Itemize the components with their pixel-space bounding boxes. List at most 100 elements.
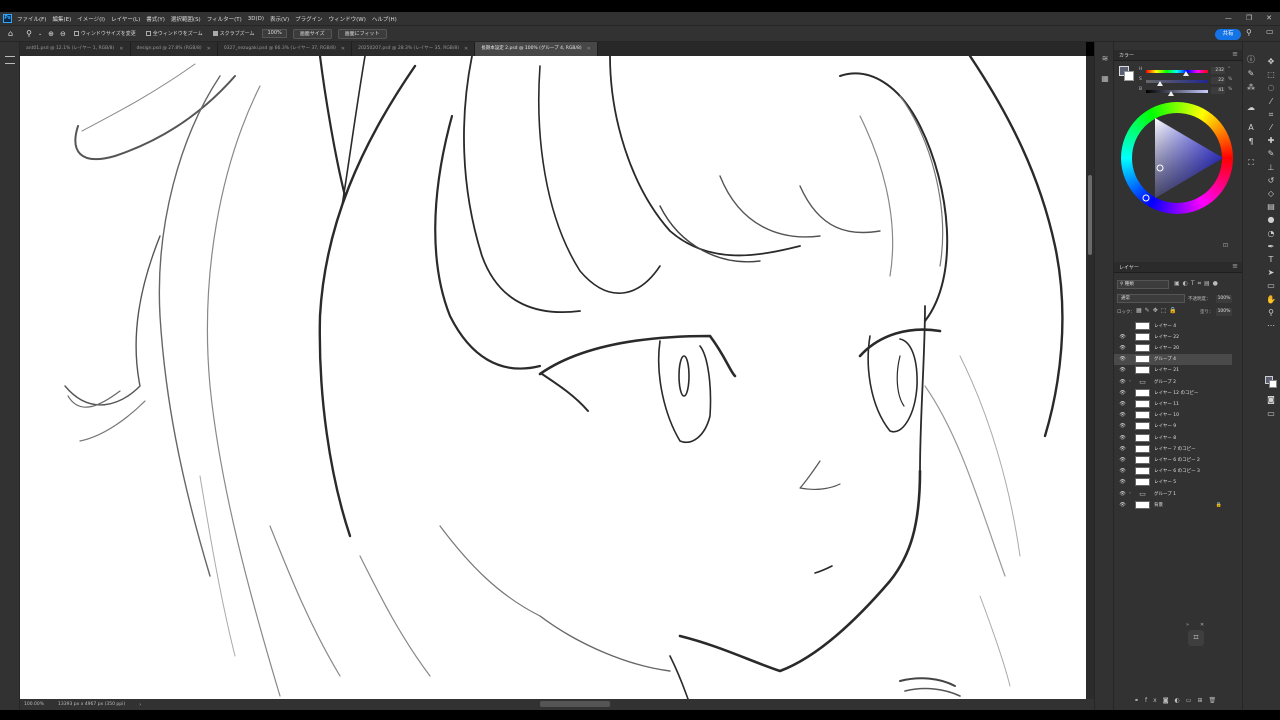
share-button[interactable]: 共有 xyxy=(1215,29,1241,40)
properties-icon[interactable]: ⌗ xyxy=(1188,630,1204,646)
zoom-value-field[interactable]: 100% xyxy=(262,29,287,38)
magic-wand-icon[interactable]: ⁄ xyxy=(1265,96,1277,108)
doc-tab[interactable]: ant01.psd @ 12.1% (レイヤー 1, RGB/8) ✕ xyxy=(20,42,131,56)
menu-type[interactable]: 書式(Y) xyxy=(146,15,165,23)
slider-track[interactable] xyxy=(1146,90,1208,93)
quick-mask-icon[interactable]: ◙ xyxy=(1265,394,1277,406)
slider-track[interactable] xyxy=(1146,70,1208,73)
mask-icon[interactable]: ◙ xyxy=(1163,697,1175,704)
menu-3d[interactable]: 3D(D) xyxy=(248,16,264,22)
close-icon[interactable]: ✕ xyxy=(464,42,468,56)
visibility-eye-icon[interactable]: 👁 xyxy=(1119,502,1126,508)
opacity-field[interactable]: 100% xyxy=(1216,295,1232,303)
status-zoom[interactable]: 100.00% xyxy=(24,702,44,707)
layer-row[interactable]: 👁 レイヤー 8 xyxy=(1114,432,1232,443)
menu-layer[interactable]: レイヤー(L) xyxy=(111,15,140,23)
lasso-icon[interactable]: ◌ xyxy=(1265,82,1277,94)
gradient-icon[interactable]: ▤ xyxy=(1265,201,1277,213)
background-color-swatch[interactable] xyxy=(1269,380,1277,388)
layer-row[interactable]: 👁 レイヤー 6 のコピー 2 xyxy=(1114,454,1232,465)
adjustment-icon[interactable]: ◐ xyxy=(1175,697,1186,704)
new-layer-icon[interactable]: ⊞ xyxy=(1197,697,1208,704)
swatches-icon[interactable]: ⁂ xyxy=(1245,82,1257,94)
menu-view[interactable]: 表示(V) xyxy=(270,15,289,23)
color-wheel[interactable] xyxy=(1121,102,1233,214)
layer-filter-icons[interactable]: ▣◐T⌗▤● xyxy=(1174,280,1221,288)
brush-settings-icon[interactable]: ✎ xyxy=(1245,68,1257,80)
marquee-icon[interactable]: ⬚ xyxy=(1265,69,1277,81)
layer-row[interactable]: 👁 レイヤー 10 xyxy=(1114,410,1232,421)
hue-marker[interactable] xyxy=(1142,194,1150,202)
visibility-eye-icon[interactable]: 👁 xyxy=(1119,401,1126,407)
dodge-icon[interactable]: ◔ xyxy=(1265,228,1277,240)
layer-row[interactable]: 👁 レイヤー 12 のコピー xyxy=(1114,387,1232,398)
minimize-icon[interactable]: — xyxy=(1225,14,1232,22)
visibility-eye-icon[interactable]: 👁 xyxy=(1119,468,1126,474)
layer-row[interactable]: 👁 › ▭ グループ 1 xyxy=(1114,488,1232,499)
scrollbar-thumb[interactable] xyxy=(1088,175,1092,255)
close-icon[interactable]: ✕ xyxy=(587,42,591,56)
close-icon[interactable]: ✕ xyxy=(207,42,211,56)
zoom-out-icon[interactable]: ⊖ xyxy=(60,30,66,38)
close-icon[interactable]: ✕ xyxy=(1266,14,1272,22)
background-color-swatch[interactable] xyxy=(1124,71,1134,81)
vertical-scrollbar[interactable] xyxy=(1086,56,1094,699)
chevron-right-icon[interactable]: › xyxy=(139,702,141,708)
zoom-tool-icon[interactable]: ⚲ xyxy=(1265,307,1277,319)
hand-icon[interactable]: ✋ xyxy=(1265,294,1277,306)
layer-row[interactable]: 👁 レイヤー 11 xyxy=(1114,398,1232,409)
blend-mode-select[interactable]: 通常 xyxy=(1117,294,1185,303)
zoom-all-checkbox[interactable]: 全ウィンドウをズーム xyxy=(145,30,203,37)
saturation-slider[interactable]: S 22 % xyxy=(1139,77,1234,86)
menu-select[interactable]: 選択範囲(S) xyxy=(171,15,201,23)
layer-row[interactable]: 👁 レイヤー 4 xyxy=(1114,320,1232,331)
brush-icon[interactable]: ✎ xyxy=(1265,148,1277,160)
brightness-slider[interactable]: B 41 % xyxy=(1139,87,1234,96)
slider-value[interactable]: 22 xyxy=(1211,77,1225,84)
horizontal-scrollbar-thumb[interactable] xyxy=(540,701,610,707)
visibility-eye-icon[interactable]: 👁 xyxy=(1119,379,1126,385)
visibility-eye-icon[interactable]: 👁 xyxy=(1119,423,1126,429)
fill-screen-button[interactable]: 画面にフィット xyxy=(337,28,387,39)
slider-knob[interactable] xyxy=(1182,71,1189,76)
visibility-eye-icon[interactable]: 👁 xyxy=(1119,412,1126,418)
visibility-eye-icon[interactable]: 👁 xyxy=(1119,446,1126,452)
canvas[interactable] xyxy=(20,56,1086,699)
zoom-in-icon[interactable]: ⊕ xyxy=(48,30,54,38)
layer-row[interactable]: 👁 レイヤー 5 xyxy=(1114,477,1232,488)
visibility-eye-icon[interactable]: 👁 xyxy=(1119,367,1126,373)
menu-filter[interactable]: フィルター(T) xyxy=(207,15,242,23)
menu-edit[interactable]: 編集(E) xyxy=(52,15,71,23)
history-brush-icon[interactable]: ↺ xyxy=(1265,175,1277,187)
trash-icon[interactable]: 🗑 xyxy=(1208,697,1222,704)
menu-file[interactable]: ファイル(F) xyxy=(17,15,46,23)
crop-icon[interactable]: ⌗ xyxy=(1265,109,1277,121)
chevron-down-icon[interactable]: ⌄ xyxy=(38,31,42,37)
layer-row[interactable]: 👁 グループ 4 xyxy=(1114,353,1232,365)
visibility-eye-icon[interactable]: 👁 xyxy=(1119,479,1126,485)
menu-image[interactable]: イメージ(I) xyxy=(77,15,105,23)
glyphs-icon[interactable]: ⛶ xyxy=(1245,157,1257,169)
home-icon[interactable]: ⌂ xyxy=(8,29,13,38)
layer-row[interactable]: 👁 背景 🔒 xyxy=(1114,499,1232,510)
link-icon[interactable]: ⚭ xyxy=(1134,697,1145,704)
layer-row[interactable]: 👁 レイヤー 20 xyxy=(1114,342,1232,353)
layer-row[interactable]: 👁 レイヤー 6 のコピー 3 xyxy=(1114,466,1232,477)
lock-options-icons[interactable]: ▦✎✥⬚🔒 xyxy=(1136,307,1180,314)
visibility-eye-icon[interactable]: 👁 xyxy=(1119,334,1126,340)
color-triangle[interactable] xyxy=(1121,102,1233,214)
fill-field[interactable]: 100% xyxy=(1216,308,1232,316)
pen-icon[interactable]: ✒ xyxy=(1265,241,1277,253)
character-icon[interactable]: A xyxy=(1245,122,1257,134)
layer-row[interactable]: 👁 レイヤー 21 xyxy=(1114,365,1232,376)
search-icon[interactable]: ⚲ xyxy=(1246,28,1252,37)
slider-knob[interactable] xyxy=(1168,91,1175,96)
resize-windows-checkbox[interactable]: ウィンドウサイズを変更 xyxy=(73,30,136,37)
expand-icon[interactable]: ⊡ xyxy=(1223,242,1228,249)
eyedropper-icon[interactable]: ⁄ xyxy=(1265,122,1277,134)
slider-track[interactable] xyxy=(1146,80,1208,83)
stamp-icon[interactable]: ⊥ xyxy=(1265,162,1277,174)
menu-window[interactable]: ウィンドウ(W) xyxy=(329,15,366,23)
blur-icon[interactable]: ● xyxy=(1265,214,1277,226)
visibility-eye-icon[interactable]: 👁 xyxy=(1119,435,1126,441)
